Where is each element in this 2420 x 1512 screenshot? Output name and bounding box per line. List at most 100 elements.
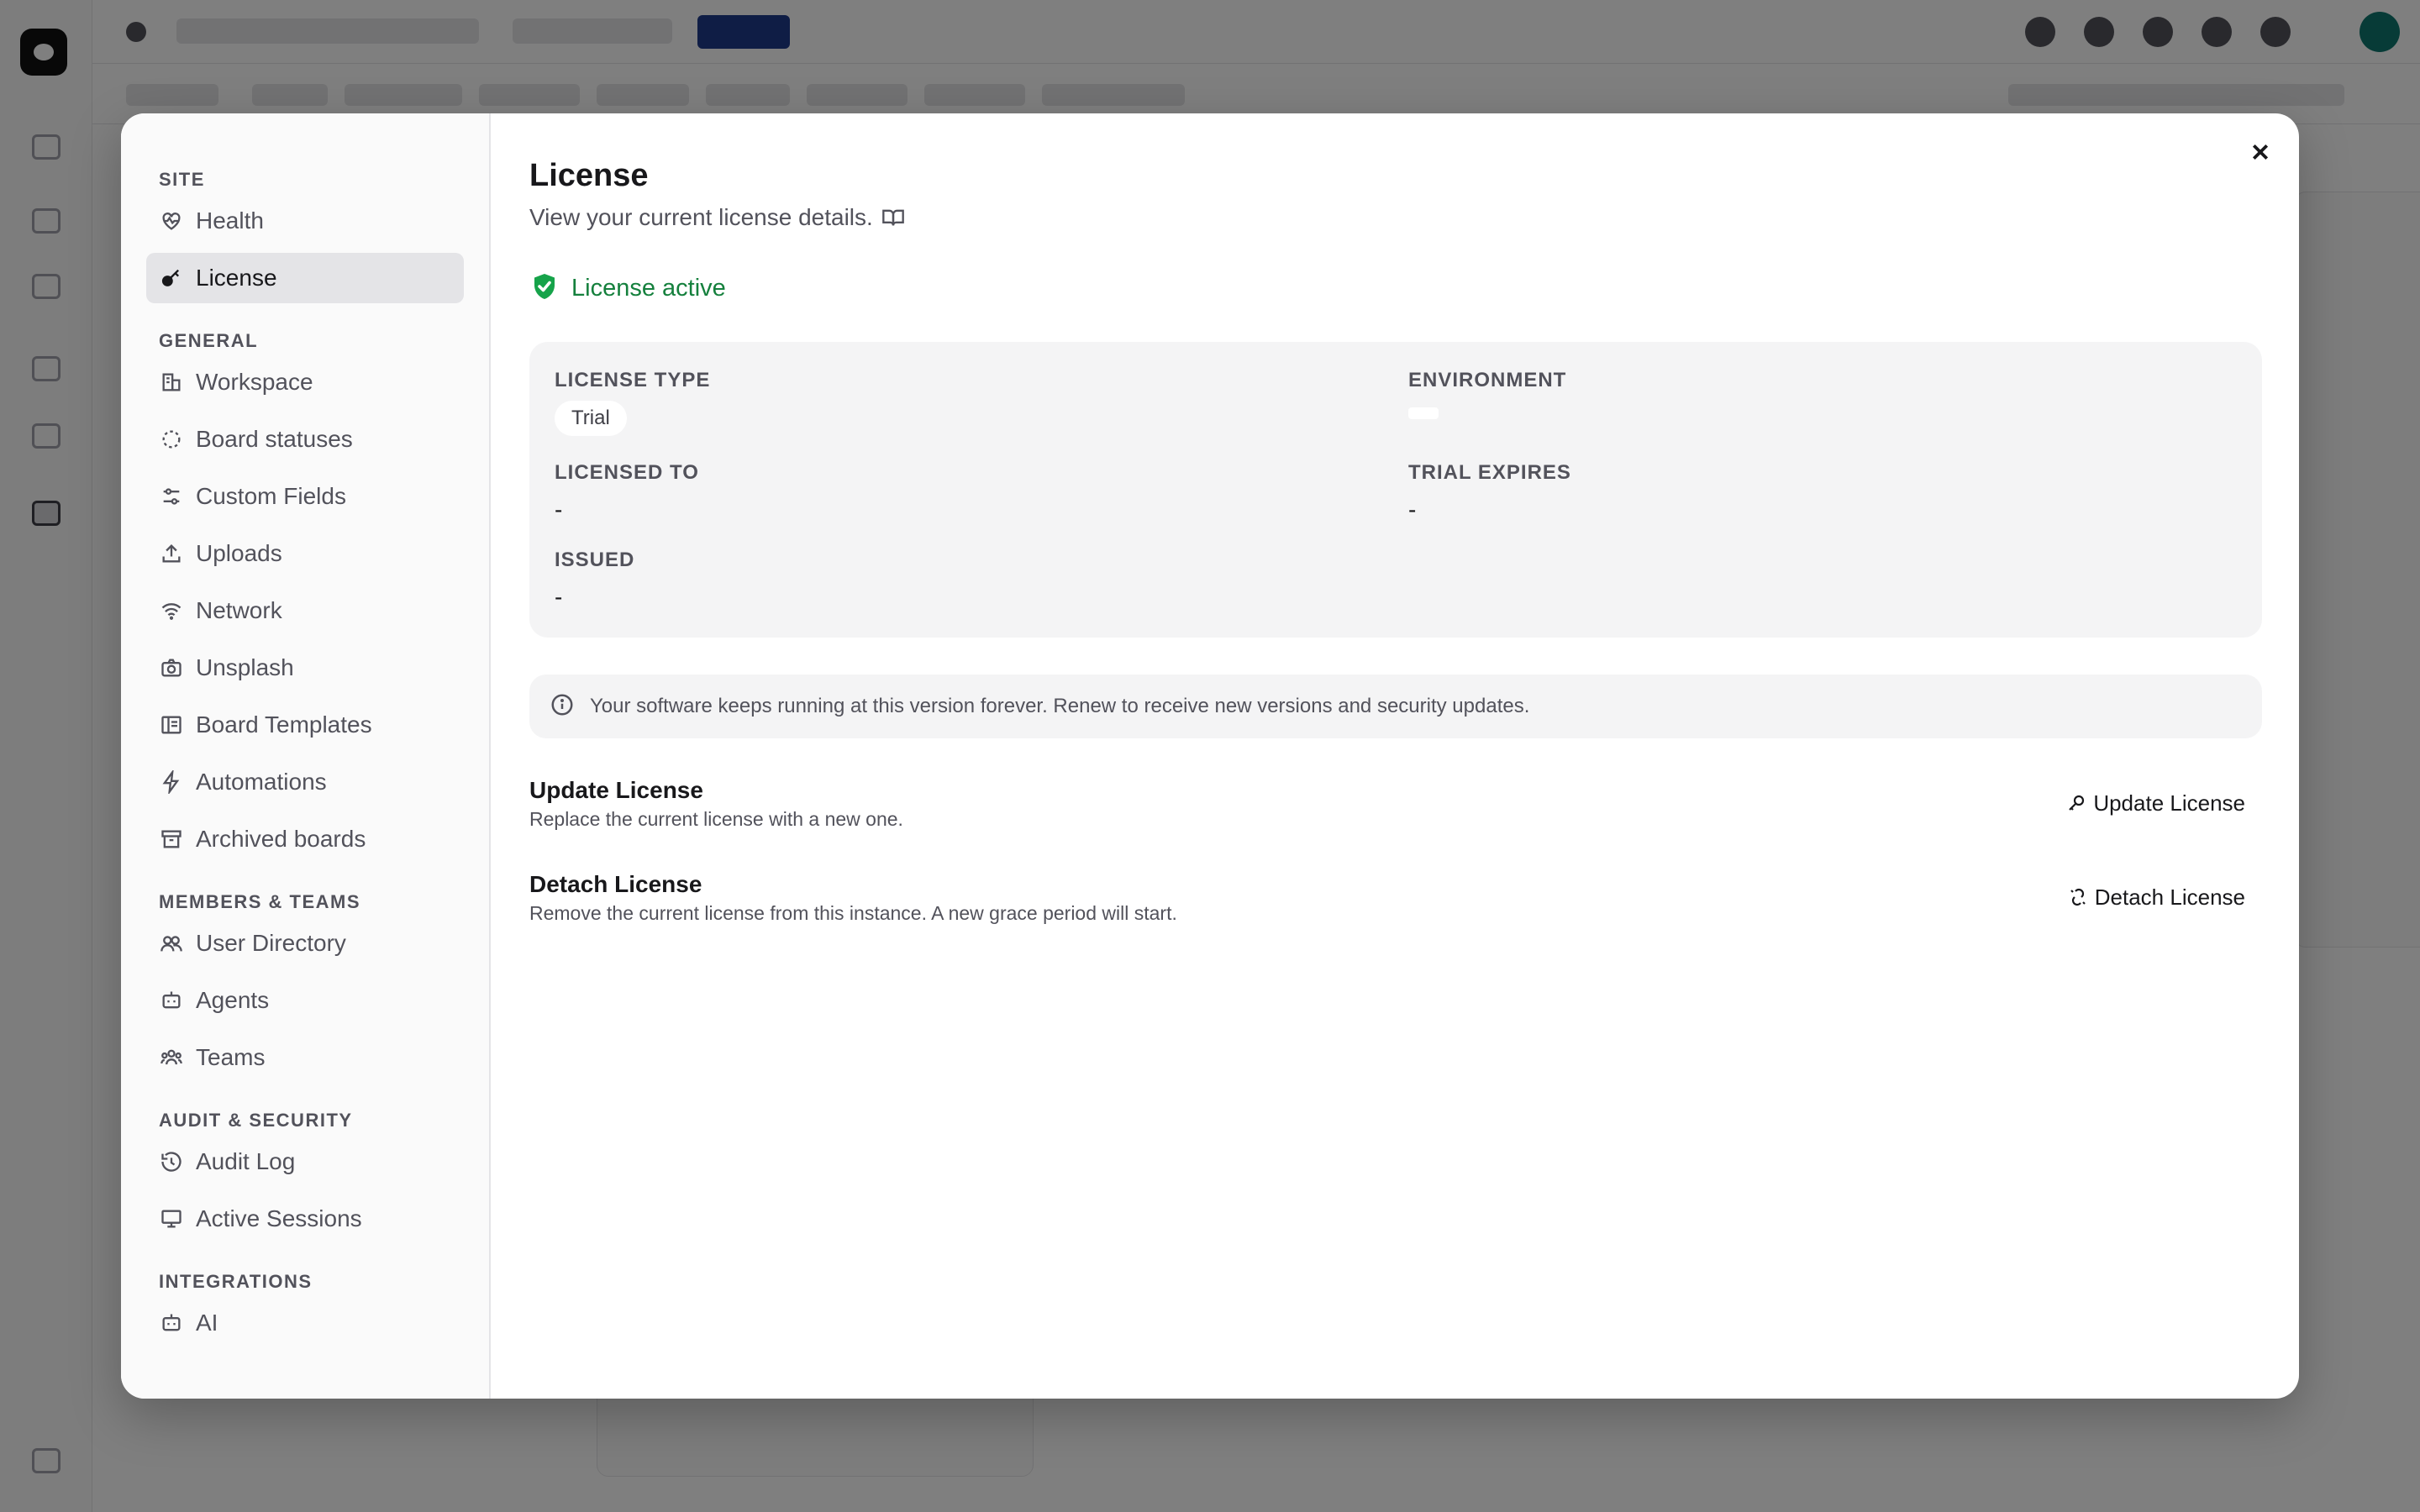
sidebar-item-label: License bbox=[196, 265, 277, 291]
license-type-label: LICENSE TYPE bbox=[555, 369, 711, 391]
issued-value: - bbox=[555, 584, 563, 610]
license-panel: License View your current license detail… bbox=[491, 113, 2299, 1399]
sidebar-item-label: Health bbox=[196, 207, 264, 234]
sidebar-section-title: INTEGRATIONS bbox=[159, 1271, 313, 1292]
zap-icon bbox=[159, 769, 184, 795]
sidebar-item-board-statuses[interactable]: Board statuses bbox=[146, 414, 464, 465]
page-subtitle-text: View your current license details. bbox=[529, 204, 873, 230]
sidebar-item-label: Custom Fields bbox=[196, 483, 346, 509]
sidebar-item-uploads[interactable]: Uploads bbox=[146, 528, 464, 579]
page-title: License bbox=[529, 158, 649, 193]
trial-expires-field: TRIAL EXPIRES - bbox=[1408, 461, 1571, 523]
detach-license-button-label: Detach License bbox=[2094, 884, 2245, 910]
monitor-icon bbox=[159, 1206, 184, 1231]
sidebar-item-teams[interactable]: Teams bbox=[146, 1032, 464, 1083]
sidebar-section-title: AUDIT & SECURITY bbox=[159, 1110, 353, 1131]
licensed-to-label: LICENSED TO bbox=[555, 461, 699, 484]
license-type-badge: Trial bbox=[555, 401, 627, 436]
sidebar-item-user-directory[interactable]: User Directory bbox=[146, 918, 464, 969]
license-status-text: License active bbox=[571, 274, 726, 302]
sidebar-item-agents[interactable]: Agents bbox=[146, 975, 464, 1026]
update-license-button[interactable]: Update License bbox=[2049, 782, 2262, 825]
info-text: Your software keeps running at this vers… bbox=[590, 695, 1530, 717]
history-icon bbox=[159, 1149, 184, 1174]
team-icon bbox=[159, 1045, 184, 1070]
sidebar-item-automations[interactable]: Automations bbox=[146, 757, 464, 807]
info-notice: Your software keeps running at this vers… bbox=[529, 675, 2262, 738]
sidebar-section-title: GENERAL bbox=[159, 330, 259, 351]
trial-expires-label: TRIAL EXPIRES bbox=[1408, 461, 1571, 484]
update-license-row: Update License Replace the current licen… bbox=[529, 775, 2262, 831]
sidebar-item-unsplash[interactable]: Unsplash bbox=[146, 643, 464, 693]
sidebar-item-license[interactable]: License bbox=[146, 253, 464, 303]
book-open-icon[interactable] bbox=[881, 204, 908, 231]
issued-field: ISSUED - bbox=[555, 549, 634, 611]
settings-modal: SITE Health License GENERAL Workspace Board s… bbox=[121, 113, 2299, 1399]
sidebar-item-label: Automations bbox=[196, 769, 327, 795]
sidebar-section-title: SITE bbox=[159, 169, 205, 190]
sidebar-item-active-sessions[interactable]: Active Sessions bbox=[146, 1194, 464, 1244]
sidebar-item-label: Uploads bbox=[196, 540, 282, 566]
sidebar-item-network[interactable]: Network bbox=[146, 585, 464, 636]
close-button[interactable] bbox=[2238, 130, 2282, 174]
license-type-field: LICENSE TYPE Trial bbox=[555, 369, 710, 436]
trial-expires-value: - bbox=[1408, 496, 1417, 522]
sidebar-item-label: Unsplash bbox=[196, 654, 294, 680]
sidebar-item-board-templates[interactable]: Board Templates bbox=[146, 700, 464, 750]
key-icon bbox=[2069, 795, 2085, 811]
wifi-icon bbox=[159, 598, 184, 623]
heart-pulse-icon bbox=[159, 208, 184, 234]
sidebar-item-label: AI bbox=[196, 1310, 218, 1336]
sidebar-item-label: Audit Log bbox=[196, 1148, 296, 1174]
sidebar-item-workspace[interactable]: Workspace bbox=[146, 357, 464, 407]
update-license-button-label: Update License bbox=[2093, 790, 2245, 816]
license-details-card: LICENSE TYPE Trial ENVIRONMENT LICENSED … bbox=[529, 342, 2262, 638]
users-icon bbox=[159, 931, 184, 956]
sidebar-item-archived-boards[interactable]: Archived boards bbox=[146, 814, 464, 864]
environment-field: ENVIRONMENT bbox=[1408, 369, 1566, 419]
template-icon bbox=[159, 712, 184, 738]
licensed-to-value: - bbox=[555, 496, 563, 522]
sidebar-item-custom-fields[interactable]: Custom Fields bbox=[146, 471, 464, 522]
update-license-title: Update License bbox=[529, 776, 703, 803]
camera-icon bbox=[159, 655, 184, 680]
sidebar-item-health[interactable]: Health bbox=[146, 196, 464, 246]
sidebar-item-label: Workspace bbox=[196, 369, 313, 395]
sidebar-item-label: Teams bbox=[196, 1044, 266, 1070]
shield-check-icon bbox=[529, 271, 560, 306]
update-license-description: Replace the current license with a new o… bbox=[529, 807, 903, 830]
key-icon bbox=[159, 265, 184, 291]
sidebar-section-title: MEMBERS & TEAMS bbox=[159, 891, 361, 912]
dashed-circle-icon bbox=[159, 427, 184, 452]
sidebar-item-label: Board Templates bbox=[196, 711, 372, 738]
detach-license-description: Remove the current license from this ins… bbox=[529, 901, 1177, 924]
settings-sidebar: SITE Health License GENERAL Workspace Board s… bbox=[121, 113, 491, 1399]
upload-icon bbox=[159, 541, 184, 566]
sidebar-item-label: Board statuses bbox=[196, 426, 353, 452]
license-status: License active bbox=[529, 271, 2262, 305]
environment-value bbox=[1408, 407, 1439, 419]
building-icon bbox=[159, 370, 184, 395]
detach-license-button[interactable]: Detach License bbox=[2051, 876, 2262, 919]
unlink-icon bbox=[2070, 888, 2086, 906]
sliders-icon bbox=[159, 484, 184, 509]
sidebar-item-label: Archived boards bbox=[196, 826, 366, 852]
issued-label: ISSUED bbox=[555, 549, 635, 571]
sidebar-item-label: Agents bbox=[196, 987, 270, 1013]
sidebar-item-audit-log[interactable]: Audit Log bbox=[146, 1137, 464, 1187]
sidebar-item-label: User Directory bbox=[196, 930, 346, 956]
environment-label: ENVIRONMENT bbox=[1408, 369, 1567, 391]
sidebar-item-label: Network bbox=[196, 597, 282, 623]
sidebar-item-label: Active Sessions bbox=[196, 1205, 362, 1231]
archive-icon bbox=[159, 827, 184, 852]
detach-license-title: Detach License bbox=[529, 870, 702, 897]
info-icon bbox=[550, 692, 575, 722]
sidebar-item-ai[interactable]: AI bbox=[146, 1298, 464, 1348]
bot-icon bbox=[159, 988, 184, 1013]
update-license-text: Update License Replace the current licen… bbox=[529, 776, 903, 831]
licensed-to-field: LICENSED TO - bbox=[555, 461, 699, 523]
detach-license-text: Detach License Remove the current licens… bbox=[529, 870, 1177, 925]
bot-icon bbox=[159, 1310, 184, 1336]
detach-license-row: Detach License Remove the current licens… bbox=[529, 869, 2262, 925]
page-subtitle: View your current license details. bbox=[529, 201, 2262, 234]
